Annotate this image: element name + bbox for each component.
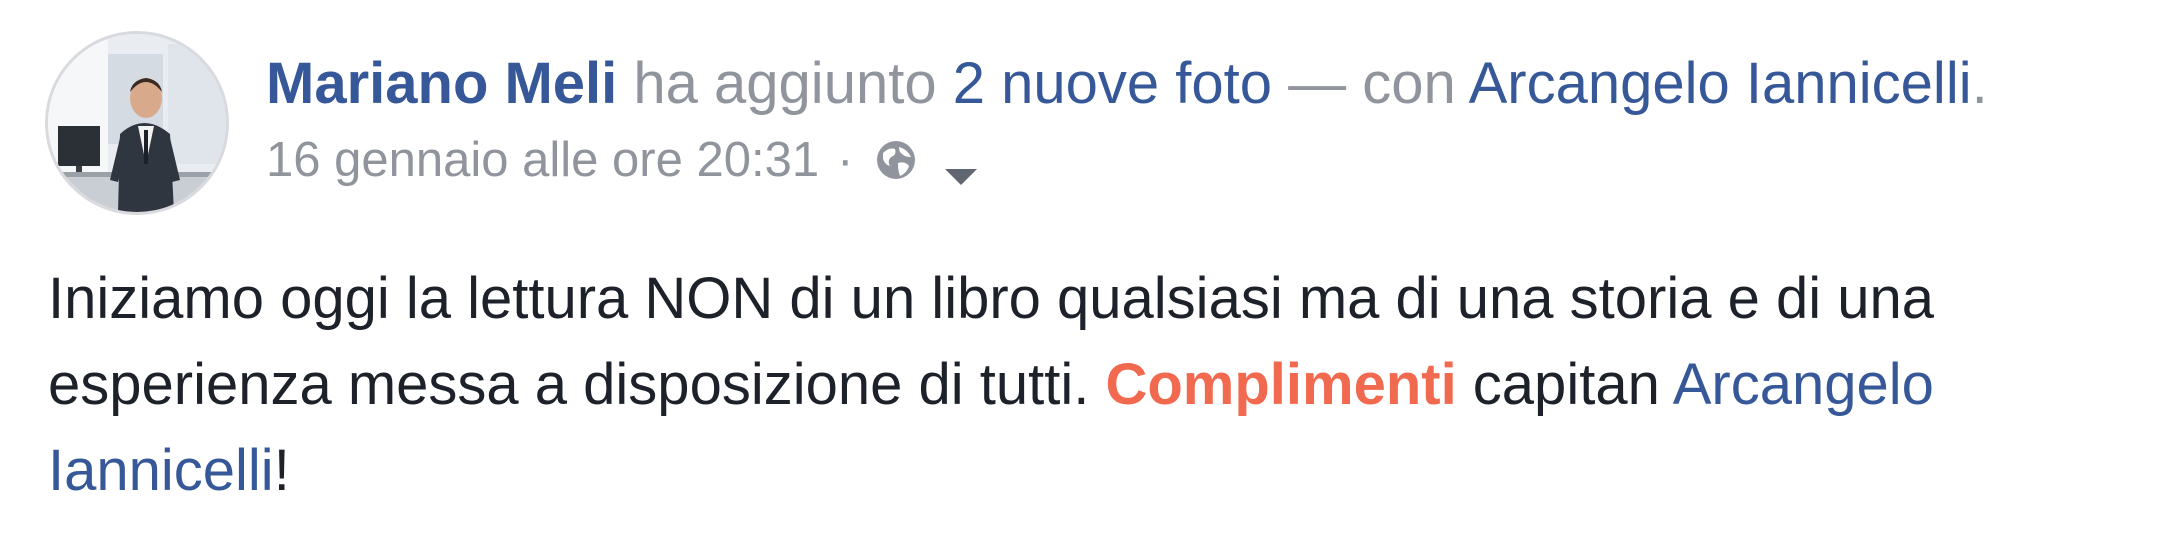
globe-icon[interactable]: [871, 135, 921, 185]
photos-link[interactable]: 2 nuove foto: [953, 51, 1272, 116]
headline-period: .: [1971, 51, 1988, 116]
caret-down-icon[interactable]: [941, 145, 981, 185]
feed-post: Mariano Meli ha aggiunto 2 nuove foto — …: [0, 0, 2162, 539]
highlight-text: Complimenti: [1105, 352, 1457, 417]
avatar-photo: [48, 34, 226, 212]
avatar[interactable]: [48, 34, 226, 212]
post-headline: Mariano Meli ha aggiunto 2 nuove foto — …: [266, 44, 2146, 124]
post-meta: 16 gennaio alle ore 20:31 ·: [266, 130, 2146, 190]
author-name-link[interactable]: Mariano Meli: [266, 51, 617, 116]
tagged-user-link[interactable]: Arcangelo Iannicelli: [1469, 51, 1972, 116]
post-body-text-2: capitan: [1456, 352, 1673, 417]
meta-separator: ·: [837, 133, 854, 187]
with-text: — con: [1271, 51, 1469, 116]
post-timestamp[interactable]: 16 gennaio alle ore 20:31: [266, 130, 819, 190]
post-header: Mariano Meli ha aggiunto 2 nuove foto — …: [266, 44, 2146, 190]
post-body-end: !: [273, 438, 290, 503]
post-body: Iniziamo oggi la lettura NON di un libro…: [48, 256, 2128, 514]
action-text: ha aggiunto: [617, 51, 953, 116]
